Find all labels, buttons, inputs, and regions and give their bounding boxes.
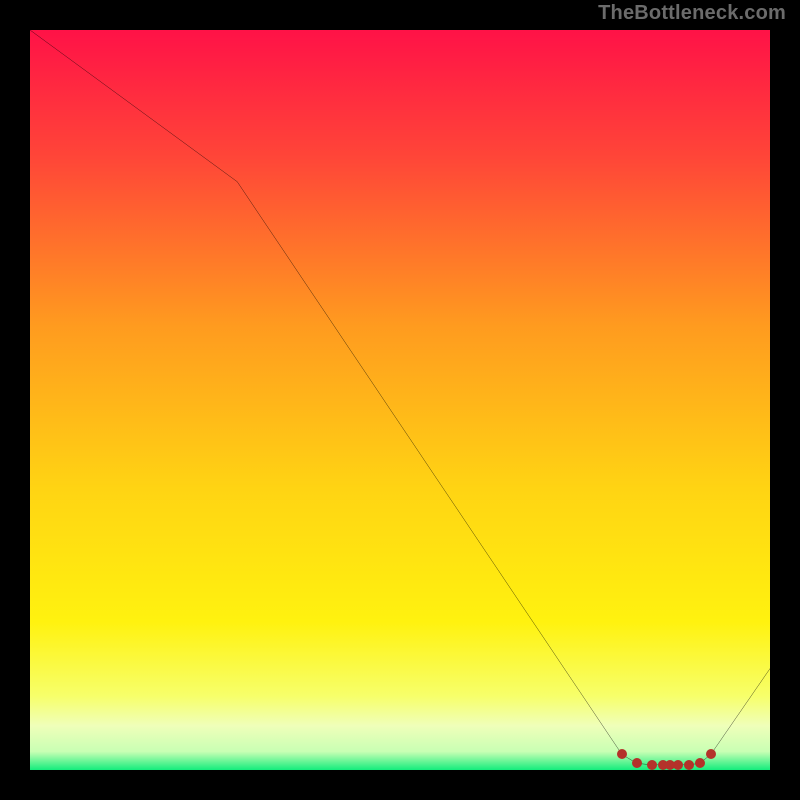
attribution-text: TheBottleneck.com — [598, 2, 786, 25]
valley-marker — [684, 760, 694, 770]
plot-area — [30, 30, 770, 770]
valley-marker — [673, 760, 683, 770]
valley-marker — [647, 760, 657, 770]
chart-card: TheBottleneck.com — [0, 0, 800, 800]
valley-marker — [695, 758, 705, 768]
series-line — [30, 30, 770, 770]
